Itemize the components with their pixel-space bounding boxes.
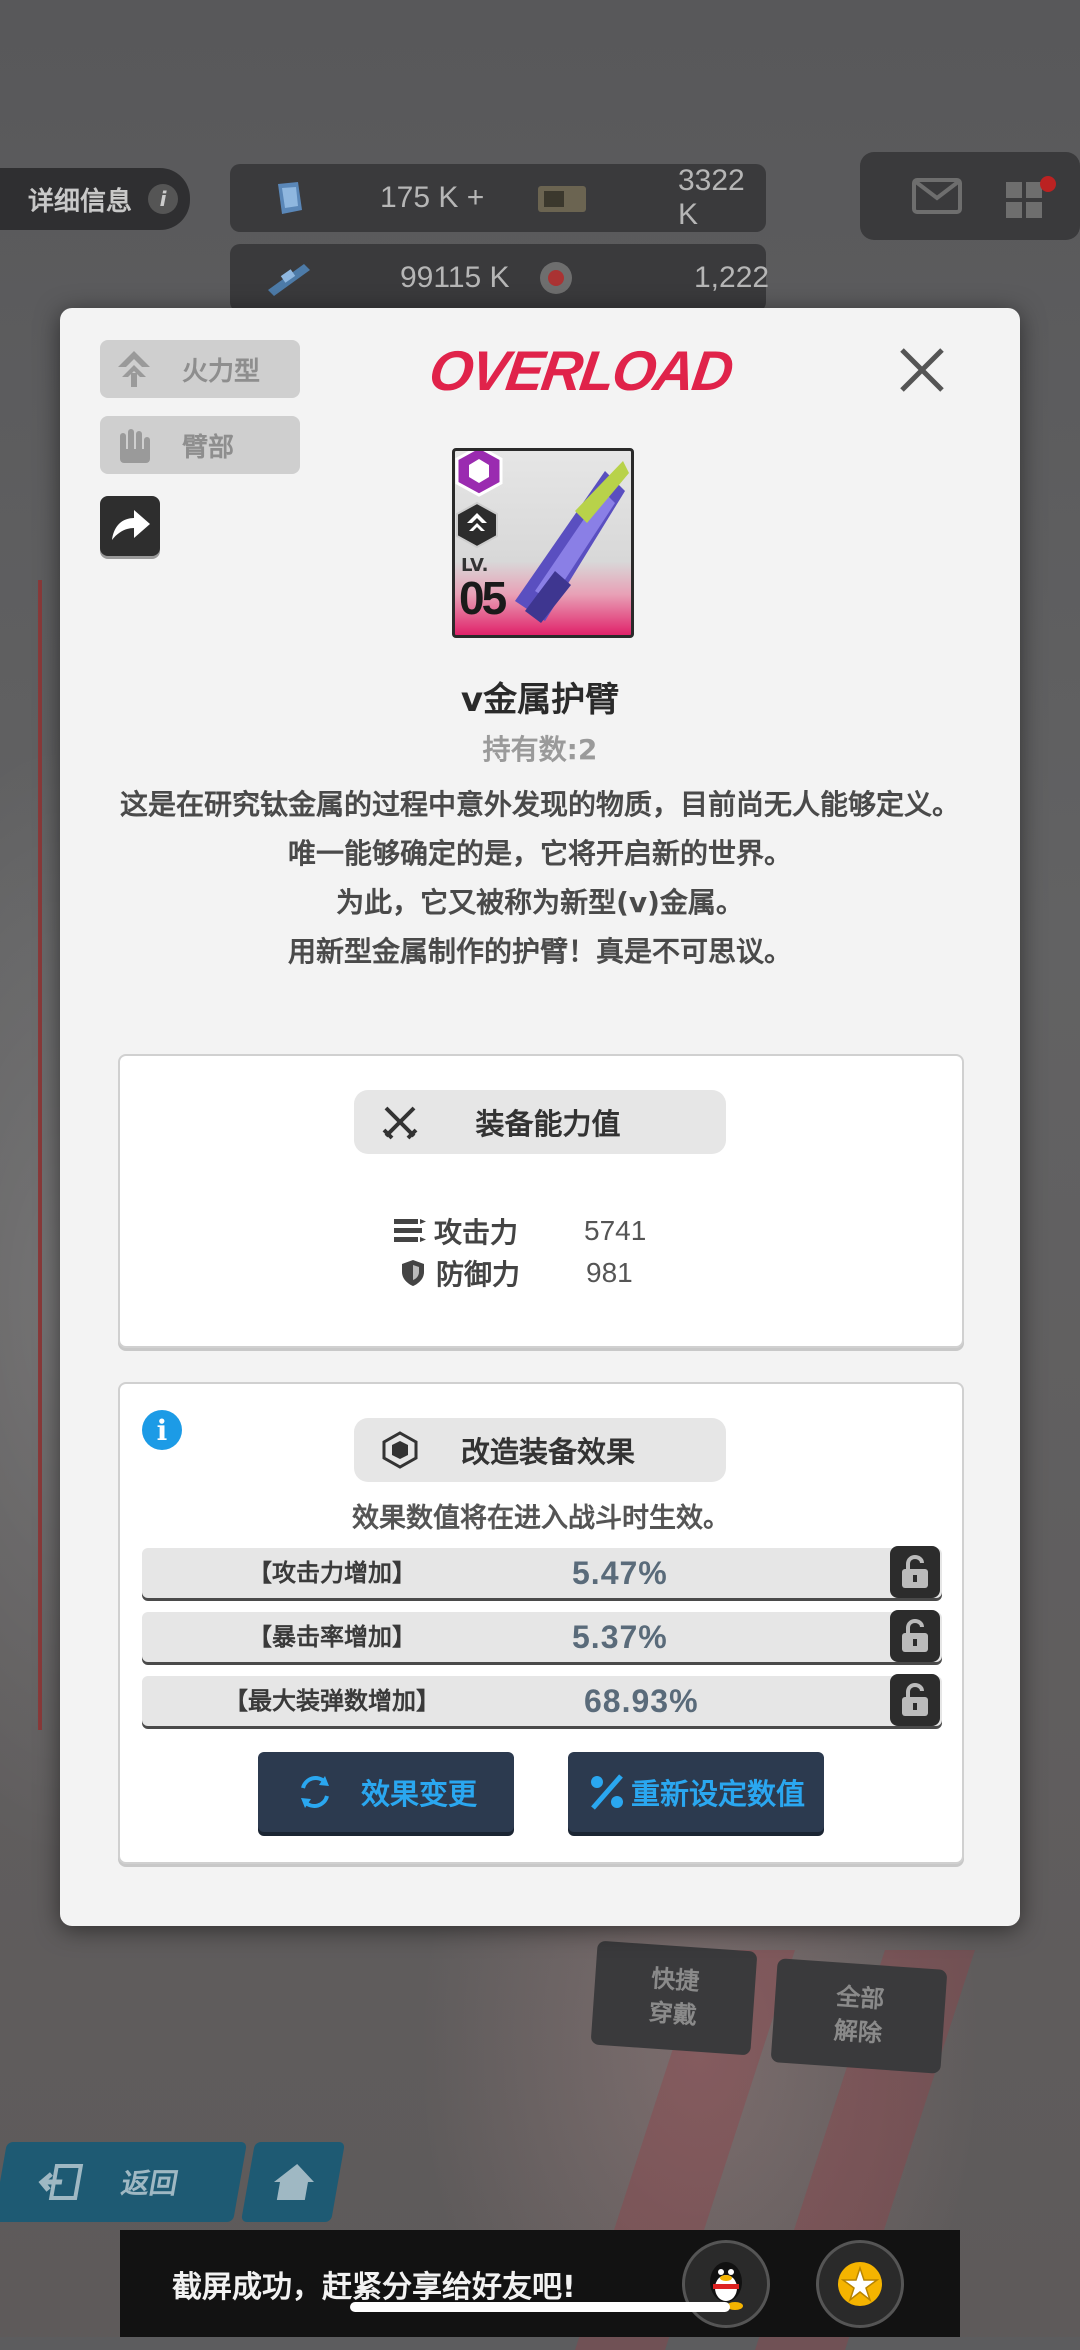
slot-tag: 臂部: [100, 416, 300, 474]
screenshot-toast: 截屏成功，赶紧分享给好友吧!: [120, 2230, 960, 2337]
effect-row: 【攻击力增加】 5.47%: [142, 1546, 942, 1598]
item-description: 这是在研究钛金属的过程中意外发现的物质，目前尚无人能够定义。 唯一能够确定的是，…: [120, 780, 960, 976]
equipment-card: LV. 05: [452, 448, 634, 638]
crossed-swords-icon: [382, 1106, 418, 1140]
detail-info-label: 详细信息: [28, 186, 133, 217]
modification-panel: i 改造装备效果 效果数值将在进入战斗时生效。 【攻击力增加】 5.47% 【暴…: [118, 1382, 964, 1864]
effect-name: 【最大装弹数增加】: [224, 1687, 440, 1715]
resource-bar-bottom: 99115 K 1,222: [230, 244, 770, 312]
home-indicator[interactable]: [350, 2302, 730, 2312]
home-icon: [274, 2164, 314, 2200]
description-line: 为此，它又被称为新型(v)金属。: [336, 886, 744, 919]
info-icon: i: [148, 184, 179, 214]
toast-message: 截屏成功，赶紧分享给好友吧!: [172, 2269, 576, 2305]
unequip-all-label-2: 解除: [832, 2016, 883, 2048]
battle-data-icon: [268, 264, 310, 296]
gem-count[interactable]: 175 K +: [380, 164, 484, 232]
back-button[interactable]: 返回: [0, 2142, 248, 2222]
attack-value: 5741: [584, 1215, 647, 1246]
type-label: 火力型: [182, 356, 261, 387]
effect-row: 【暴击率增加】 5.37%: [142, 1610, 942, 1662]
mail-icon[interactable]: [912, 178, 962, 214]
description-line: 唯一能够确定的是，它将开启新的世界。: [287, 837, 792, 870]
effect-row: 【最大装弹数增加】 68.93%: [142, 1674, 942, 1726]
unequip-all-label-1: 全部: [835, 1982, 886, 2015]
refresh-icon: [300, 1776, 329, 1808]
favorite-share-button[interactable]: [816, 2239, 904, 2328]
class-icon: [456, 501, 498, 549]
stats-panel-header: 装备能力值: [354, 1090, 726, 1154]
description-line: 用新型金属制作的护臂！真是不可思议。: [287, 935, 792, 968]
stats-panel: 装备能力值 攻击力 5741 防御力 981: [118, 1054, 964, 1348]
equipment-detail-dialog: 火力型 臂部 OVERLOAD LV. 05 v金属护臂 持有数:2 这是在研究…: [60, 308, 1020, 1926]
rarity-icon: [455, 451, 503, 497]
stat-row-attack: 攻击力 5741: [120, 1210, 962, 1252]
unequip-all-button[interactable]: 全部 解除: [770, 1958, 948, 2074]
shield-icon: [402, 1260, 424, 1286]
lock-button[interactable]: [890, 1610, 940, 1662]
battle-data-count: 99115 K: [400, 261, 510, 294]
lock-button[interactable]: [890, 1546, 940, 1598]
background-line: [38, 580, 42, 1730]
arm-slot-icon: [120, 429, 150, 463]
change-effect-label: 效果变更: [360, 1777, 477, 1811]
item-name: v金属护臂: [460, 680, 620, 720]
core-icon: [540, 262, 572, 294]
item-level: 05: [459, 572, 507, 624]
percent-icon: [590, 1774, 623, 1810]
lock-button[interactable]: [890, 1674, 940, 1726]
change-effect-button[interactable]: 效果变更: [258, 1752, 514, 1832]
quick-equip-button[interactable]: 快捷 穿戴: [590, 1940, 758, 2056]
effect-value: 68.93%: [584, 1683, 699, 1719]
modification-panel-header: 改造装备效果: [354, 1418, 726, 1482]
modification-panel-title: 改造装备效果: [460, 1435, 635, 1469]
detail-info-button[interactable]: 详细信息 i: [0, 168, 190, 230]
defense-value: 981: [586, 1257, 633, 1288]
modification-note: 效果数值将在进入战斗时生效。: [352, 1503, 730, 1534]
back-label: 返回: [118, 2167, 181, 2200]
core-count: 1,222: [694, 261, 770, 294]
qq-share-button[interactable]: [682, 2239, 770, 2328]
credit-icon: [538, 186, 586, 212]
star-icon: [838, 2261, 882, 2306]
attack-label: 攻击力: [434, 1216, 519, 1249]
unlock-icon: [902, 1619, 928, 1652]
share-arrow-icon: [112, 510, 150, 540]
home-button[interactable]: [240, 2142, 346, 2222]
grid-menu-icon[interactable]: [1002, 172, 1058, 224]
modification-cube-icon: [382, 1431, 418, 1469]
stat-row-defense: 防御力 981: [120, 1252, 962, 1294]
back-icon: [38, 2164, 84, 2200]
effect-value: 5.37%: [572, 1619, 668, 1655]
effect-name: 【暴击率增加】: [248, 1623, 416, 1651]
gem-icon: [278, 182, 302, 214]
credit-count: 3322 K: [678, 164, 745, 231]
close-icon[interactable]: [892, 340, 952, 400]
quick-equip-label-2: 穿戴: [647, 1998, 698, 2030]
reset-values-button[interactable]: 重新设定数值: [568, 1752, 824, 1832]
resource-bar-top: 175 K + 3322 K: [230, 164, 766, 232]
effect-value: 5.47%: [572, 1555, 668, 1591]
overload-logo: OVERLOAD: [425, 339, 736, 402]
effect-name: 【攻击力增加】: [248, 1559, 416, 1587]
firepower-class-icon: [118, 351, 150, 387]
info-icon[interactable]: i: [142, 1410, 182, 1450]
unlock-icon: [902, 1555, 928, 1588]
top-right-menu: [860, 152, 1080, 240]
type-tag: 火力型: [100, 340, 300, 398]
defense-label: 防御力: [436, 1258, 521, 1291]
description-line: 这是在研究钛金属的过程中意外发现的物质，目前尚无人能够定义。: [120, 788, 961, 821]
unlock-icon: [902, 1683, 928, 1716]
attack-icon: [394, 1219, 426, 1242]
share-button[interactable]: [100, 496, 160, 556]
slot-label: 臂部: [182, 432, 235, 463]
quick-equip-label-1: 快捷: [650, 1964, 701, 1997]
reset-values-label: 重新设定数值: [630, 1777, 805, 1811]
stats-panel-title: 装备能力值: [475, 1107, 621, 1141]
owned-count: 持有数:2: [482, 733, 598, 766]
